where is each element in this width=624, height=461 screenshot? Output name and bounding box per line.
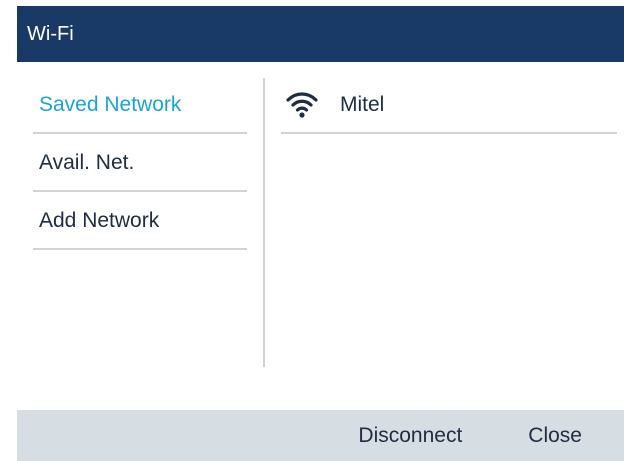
disconnect-button[interactable]: Disconnect [358,424,462,448]
nav-item-available-networks[interactable]: Avail. Net. [33,136,247,192]
page-title: Wi-Fi [27,22,74,45]
nav-item-label: Add Network [39,209,160,232]
network-name: Mitel [340,93,385,116]
nav-item-add-network[interactable]: Add Network [33,194,247,250]
saved-network-list: Mitel [281,78,617,134]
softkey-bar: Disconnect Close [17,410,624,461]
content-divider [263,78,265,367]
network-item-mitel[interactable]: Mitel [281,78,617,134]
nav-item-saved-network[interactable]: Saved Network [33,78,247,134]
nav-item-label: Saved Network [39,93,182,116]
title-bar: Wi-Fi [17,6,624,62]
wifi-icon [286,91,318,119]
wifi-settings-screen: Wi-Fi Saved Network Avail. Net. Add Netw… [17,6,624,461]
left-navigation: Saved Network Avail. Net. Add Network [33,78,247,252]
nav-item-label: Avail. Net. [39,151,135,174]
close-button[interactable]: Close [528,424,582,448]
